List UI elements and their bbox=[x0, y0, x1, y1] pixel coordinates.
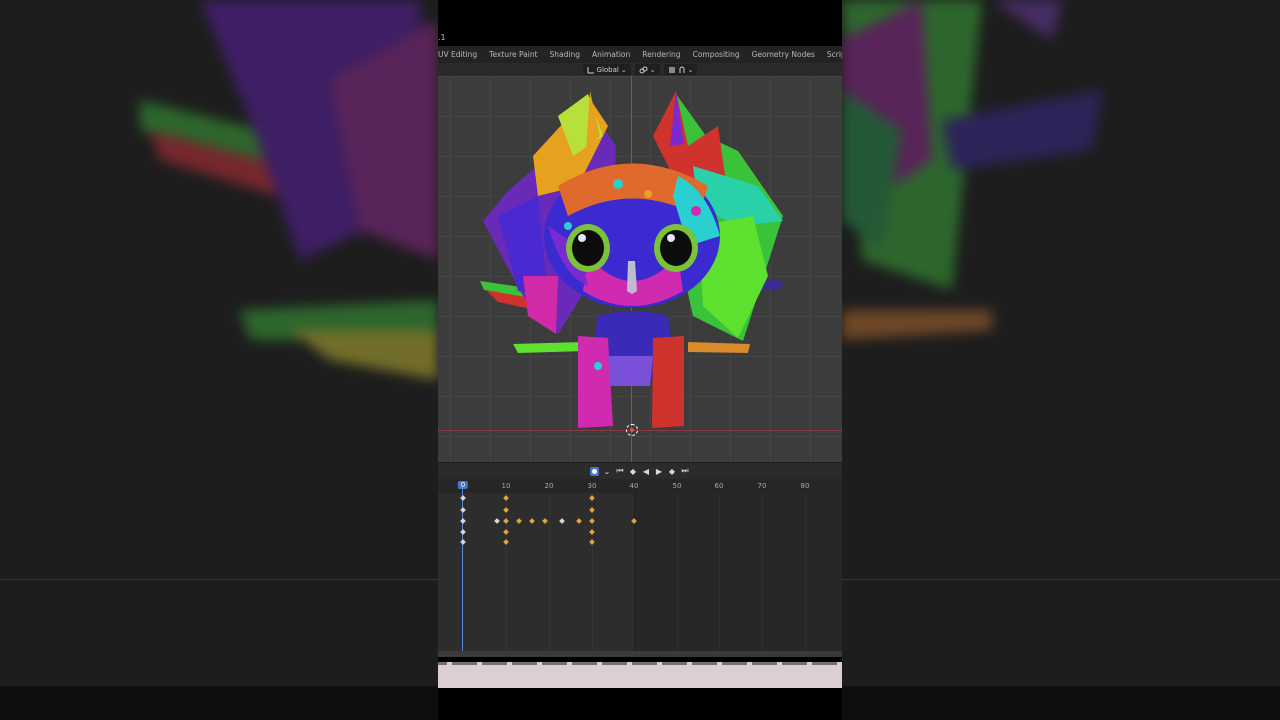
ruler-label: 30 bbox=[587, 482, 597, 490]
keyframe[interactable] bbox=[576, 518, 582, 524]
after-end-frame-shade bbox=[634, 493, 842, 651]
blurred-character-left bbox=[140, 0, 438, 380]
keyframe[interactable] bbox=[503, 518, 509, 524]
blurred-background-right bbox=[842, 0, 1280, 720]
jump-next-keyframe-icon[interactable]: ◆ bbox=[667, 466, 677, 476]
jump-end-icon[interactable]: ⏭ bbox=[680, 466, 690, 476]
ruler-label: 40 bbox=[629, 482, 639, 490]
keyframe[interactable] bbox=[503, 529, 509, 535]
timeline-header: ⌄ ⏮ ◆ ◀ ▶ ◆ ⏭ bbox=[438, 462, 842, 479]
play-reverse-icon[interactable]: ◀ bbox=[641, 466, 651, 476]
current-frame-indicator[interactable]: 0 bbox=[457, 481, 469, 489]
ruler-label: 70 bbox=[757, 482, 767, 490]
leg-left bbox=[578, 336, 613, 428]
blurred-background-left bbox=[0, 0, 438, 720]
blurred-axis-line bbox=[0, 579, 438, 580]
ruler-label: 50 bbox=[672, 482, 682, 490]
auto-keying-record-icon[interactable] bbox=[590, 466, 599, 476]
play-icon[interactable]: ▶ bbox=[654, 466, 664, 476]
keyframe[interactable] bbox=[559, 518, 565, 524]
tab-rendering[interactable]: Rendering bbox=[636, 46, 686, 63]
keyframe[interactable] bbox=[589, 495, 595, 501]
pivot-dropdown[interactable]: ⌄ bbox=[634, 64, 660, 75]
chevron-down-icon[interactable]: ⌄ bbox=[602, 466, 612, 476]
chest bbox=[608, 356, 653, 386]
eye-right bbox=[660, 230, 692, 266]
grid-line bbox=[549, 493, 550, 651]
pivot-link-icon bbox=[639, 66, 648, 73]
chevron-down-icon: ⌄ bbox=[649, 65, 656, 74]
jump-start-icon[interactable]: ⏮ bbox=[615, 466, 625, 476]
keyframe[interactable] bbox=[503, 495, 509, 501]
keyframe[interactable] bbox=[494, 518, 500, 524]
keyframe[interactable] bbox=[503, 507, 509, 513]
grid-line bbox=[592, 493, 593, 651]
tab-texture-paint[interactable]: Texture Paint bbox=[483, 46, 543, 63]
tab-compositing[interactable]: Compositing bbox=[687, 46, 746, 63]
transform-orientation-dropdown[interactable]: Global ⌄ bbox=[582, 64, 631, 75]
tab-scripting[interactable]: Scripting bbox=[821, 46, 842, 63]
leg-right bbox=[652, 336, 684, 428]
timeline-scrollbar[interactable] bbox=[438, 651, 842, 657]
timeline-editor[interactable]: 0 10 20 30 40 50 60 70 80 bbox=[438, 479, 842, 651]
keyframe[interactable] bbox=[503, 539, 509, 545]
orientation-label: Global bbox=[596, 65, 619, 74]
keyframe[interactable] bbox=[542, 518, 548, 524]
keyframe[interactable] bbox=[516, 518, 522, 524]
jump-prev-keyframe-icon[interactable]: ◆ bbox=[628, 466, 638, 476]
blurred-character-right bbox=[842, 0, 1102, 340]
grid-line bbox=[506, 493, 507, 651]
bottom-overlay-bar bbox=[438, 662, 842, 688]
eye-left bbox=[572, 230, 604, 266]
proportional-edit-icon bbox=[679, 66, 685, 73]
keyframe[interactable] bbox=[589, 518, 595, 524]
ruler-label: 80 bbox=[800, 482, 810, 490]
frame-ruler[interactable]: 0 10 20 30 40 50 60 70 80 bbox=[438, 479, 842, 493]
keyframe[interactable] bbox=[589, 507, 595, 513]
snap-toggle[interactable]: ⌄ bbox=[663, 64, 698, 75]
version-label: .1 bbox=[438, 33, 446, 42]
top-letterbox: .1 bbox=[438, 0, 842, 46]
eye-right-highlight bbox=[667, 234, 675, 242]
keyframe[interactable] bbox=[589, 539, 595, 545]
end-frame-line bbox=[634, 493, 635, 651]
keyframe[interactable] bbox=[529, 518, 535, 524]
tab-geometry-nodes[interactable]: Geometry Nodes bbox=[746, 46, 821, 63]
ruler-label: 10 bbox=[501, 482, 511, 490]
tab-uv-editing[interactable]: UV Editing bbox=[438, 46, 483, 63]
3d-viewport[interactable] bbox=[438, 76, 842, 462]
viewport-header: Global ⌄ ⌄ ⌄ bbox=[438, 63, 842, 76]
eye-left-highlight bbox=[578, 234, 586, 242]
keyframe[interactable] bbox=[589, 529, 595, 535]
3d-cursor-icon[interactable] bbox=[626, 424, 638, 436]
tab-shading[interactable]: Shading bbox=[544, 46, 586, 63]
blurred-axis-line bbox=[842, 579, 1280, 580]
creature-model[interactable] bbox=[438, 76, 842, 462]
blender-window: .1 UV Editing Texture Paint Shading Anim… bbox=[438, 0, 842, 720]
chevron-down-icon: ⌄ bbox=[687, 65, 694, 74]
workspace-tabs: UV Editing Texture Paint Shading Animati… bbox=[438, 46, 842, 63]
blurred-bottom-bar bbox=[842, 686, 1280, 720]
frill-left-pink bbox=[523, 276, 558, 334]
ruler-label: 20 bbox=[544, 482, 554, 490]
tab-animation[interactable]: Animation bbox=[586, 46, 636, 63]
chevron-down-icon: ⌄ bbox=[620, 65, 627, 74]
snap-magnet-icon bbox=[668, 66, 675, 73]
blurred-bottom-bar bbox=[0, 686, 438, 720]
fin-lower-left bbox=[513, 342, 586, 353]
transform-orientation-icon bbox=[587, 66, 594, 73]
fin-lower-right bbox=[688, 342, 750, 353]
ruler-label: 60 bbox=[714, 482, 724, 490]
